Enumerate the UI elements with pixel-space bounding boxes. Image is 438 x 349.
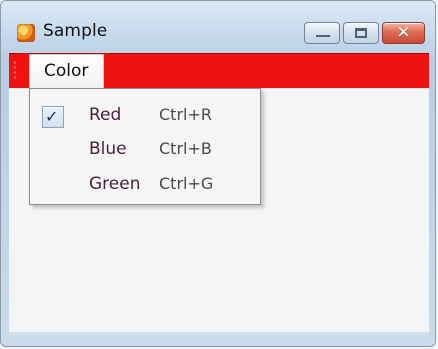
menu-item-shortcut: Ctrl+B — [159, 139, 212, 158]
menu-item-green[interactable]: Green Ctrl+G — [36, 171, 256, 201]
menu-item-blue[interactable]: Blue Ctrl+B — [36, 136, 256, 166]
minimize-button[interactable] — [304, 22, 340, 44]
window-controls: ✕ — [304, 22, 425, 44]
menu-color[interactable]: Color — [29, 54, 104, 89]
color-dropdown-menu: ✓ Red Ctrl+R Blue Ctrl+B Green Ctrl+G — [29, 88, 261, 205]
minimize-icon — [316, 35, 330, 37]
maximize-button[interactable] — [343, 22, 379, 44]
menu-item-shortcut: Ctrl+R — [159, 105, 212, 124]
close-button[interactable]: ✕ — [382, 22, 425, 44]
application-window: Sample ✕ Color ✓ Red Ctrl+R Blue Ctrl+B … — [0, 0, 436, 347]
title-bar: Sample ✕ — [1, 1, 435, 53]
bottom-strip — [9, 332, 429, 340]
menu-item-label: Red — [89, 105, 122, 125]
menu-grip[interactable] — [13, 60, 17, 80]
close-icon: ✕ — [396, 23, 411, 43]
menu-item-red[interactable]: ✓ Red Ctrl+R — [36, 102, 256, 132]
menu-bar: Color — [9, 53, 429, 89]
menu-item-shortcut: Ctrl+G — [159, 174, 214, 193]
menu-item-label: Blue — [89, 139, 127, 159]
menu-item-label: Green — [89, 174, 141, 194]
window-title: Sample — [43, 21, 108, 41]
maximize-icon — [355, 28, 367, 38]
check-icon: ✓ — [45, 107, 59, 126]
red-check-box: ✓ — [42, 106, 64, 128]
app-icon — [17, 24, 35, 42]
